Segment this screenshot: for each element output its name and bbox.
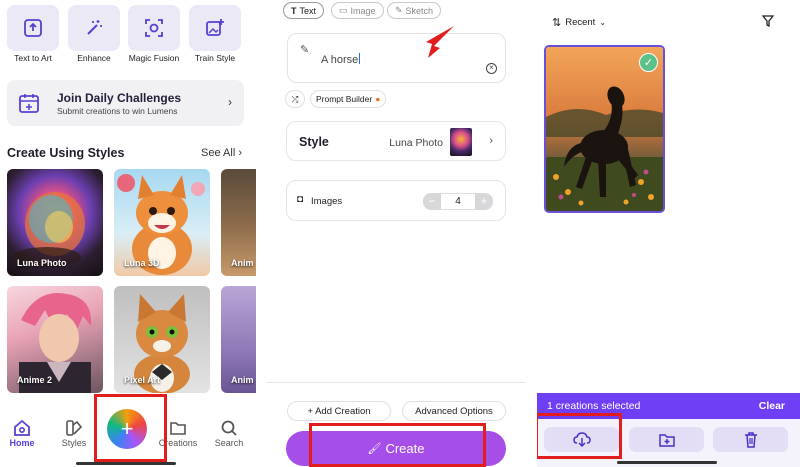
tool-label: Magic Fusion <box>128 53 180 63</box>
red-arrow-annotation <box>426 26 454 58</box>
tool-label: Train Style <box>194 53 236 63</box>
tool-label: Text to Art <box>14 53 52 63</box>
chevron-down-icon: ⌄ <box>599 18 607 27</box>
clear-icon[interactable]: × <box>486 63 497 74</box>
images-label: Images <box>311 196 343 207</box>
selected-check-icon[interactable]: ✓ <box>639 53 658 72</box>
trash-icon <box>744 431 757 448</box>
train-style-button[interactable] <box>189 5 241 51</box>
images-stepper: − 4 + <box>423 193 493 210</box>
camera-icon: ◘ <box>297 194 304 205</box>
prompt-input[interactable]: ✎ A horse × <box>287 33 506 83</box>
style-selector[interactable]: Style Luna Photo › <box>286 121 506 161</box>
challenge-title: Join Daily Challenges <box>57 91 182 105</box>
nav-search-label: Search <box>214 438 244 448</box>
pencil-icon: ✎ <box>395 5 403 15</box>
images-value: 4 <box>441 193 475 210</box>
search-icon <box>221 420 237 436</box>
clear-selection-button[interactable]: Clear <box>759 400 785 412</box>
add-to-folder-button[interactable] <box>629 427 704 452</box>
style-card[interactable]: Anim <box>221 286 256 393</box>
delete-button[interactable] <box>713 427 788 452</box>
home-icon <box>14 419 30 436</box>
shuffle-icon: ⤮ <box>291 93 299 104</box>
style-card[interactable]: Pixel Art <box>114 286 210 393</box>
style-card[interactable]: Luna Photo <box>7 169 103 276</box>
prompt-builder-button[interactable]: Prompt Builder ● <box>310 90 387 108</box>
filter-icon[interactable] <box>762 15 774 27</box>
sort-value: Recent <box>565 17 596 28</box>
creation-thumbnail[interactable]: ✓ <box>544 45 665 213</box>
section-title: Create Using Styles <box>7 146 125 160</box>
style-card[interactable]: Luna 3D <box>114 169 210 276</box>
style-thumbnail <box>450 128 472 156</box>
nav-home[interactable]: Home <box>2 418 42 448</box>
shuffle-button[interactable]: ⤮ <box>285 90 305 108</box>
advanced-options-button[interactable]: Advanced Options <box>402 401 506 421</box>
image-mode-icon: ▭ <box>339 5 348 15</box>
home-indicator <box>617 461 717 464</box>
chevron-right-icon: › <box>489 135 493 147</box>
style-card-label: Anim <box>231 375 254 385</box>
see-all-link[interactable]: See All › <box>201 147 242 159</box>
style-card-label: Pixel Art <box>124 375 161 385</box>
mode-text-tab[interactable]: T Text <box>283 2 325 19</box>
folder-icon <box>170 422 186 435</box>
pencil-icon: ✎ <box>300 44 310 56</box>
upload-box-icon <box>24 19 42 37</box>
selection-count: 1 creations selected <box>547 400 641 412</box>
highlight-box <box>537 413 622 459</box>
home-screen: Text to Art Enhance Magic Fusion Train S… <box>0 0 256 467</box>
text-mode-icon: T <box>291 5 297 16</box>
sort-dropdown[interactable]: ⇅ Recent ⌄ <box>552 16 606 29</box>
folder-plus-icon <box>658 433 675 447</box>
focus-scan-icon <box>145 19 163 37</box>
mode-image-tab[interactable]: ▭ Image <box>331 2 384 19</box>
minus-button[interactable]: − <box>423 193 441 210</box>
magic-wand-icon <box>87 20 102 35</box>
style-card[interactable]: Anim <box>221 169 256 276</box>
palette-icon: ● <box>375 94 381 104</box>
calendar-plus-icon <box>19 94 39 113</box>
highlight-box <box>94 394 167 462</box>
text-to-art-button[interactable] <box>7 5 59 51</box>
divider <box>266 382 526 383</box>
daily-challenges-banner[interactable]: Join Daily Challenges Submit creations t… <box>7 80 244 126</box>
nav-styles-label: Styles <box>61 438 87 448</box>
style-card-label: Anim <box>231 258 254 268</box>
prompt-text: A horse <box>321 54 359 66</box>
styles-icon <box>66 420 83 436</box>
style-card-label: Luna 3D <box>124 258 160 268</box>
challenge-subtitle: Submit creations to win Lumens <box>57 106 178 116</box>
mode-sketch-tab[interactable]: ✎ Sketch <box>387 2 442 19</box>
style-card[interactable]: Anime 2 <box>7 286 103 393</box>
enhance-button[interactable] <box>68 5 120 51</box>
text-caret <box>359 53 361 64</box>
style-card-label: Luna Photo <box>17 258 67 268</box>
sort-icon: ⇅ <box>552 17 562 29</box>
nav-home-label: Home <box>9 438 35 448</box>
creations-screen: ⇅ Recent ⌄ ✓ 1 creations selected Clear <box>537 0 800 467</box>
add-creation-button[interactable]: + Add Creation <box>287 401 391 421</box>
home-indicator <box>76 462 176 465</box>
plus-button[interactable]: + <box>475 193 493 210</box>
highlight-box <box>309 423 486 467</box>
nav-styles[interactable]: Styles <box>54 418 94 448</box>
images-count-row: ◘ Images − 4 + <box>286 180 506 221</box>
magic-fusion-button[interactable] <box>128 5 180 51</box>
nav-search[interactable]: Search <box>209 418 249 448</box>
style-card-label: Anime 2 <box>17 375 53 385</box>
style-label: Style <box>299 135 329 149</box>
style-value: Luna Photo <box>389 137 443 149</box>
image-plus-icon <box>206 19 224 36</box>
chevron-right-icon: › <box>228 95 232 109</box>
create-screen: T Text ▭ Image ✎ Sketch ✎ A horse × ⤮ Promp… <box>266 0 526 467</box>
